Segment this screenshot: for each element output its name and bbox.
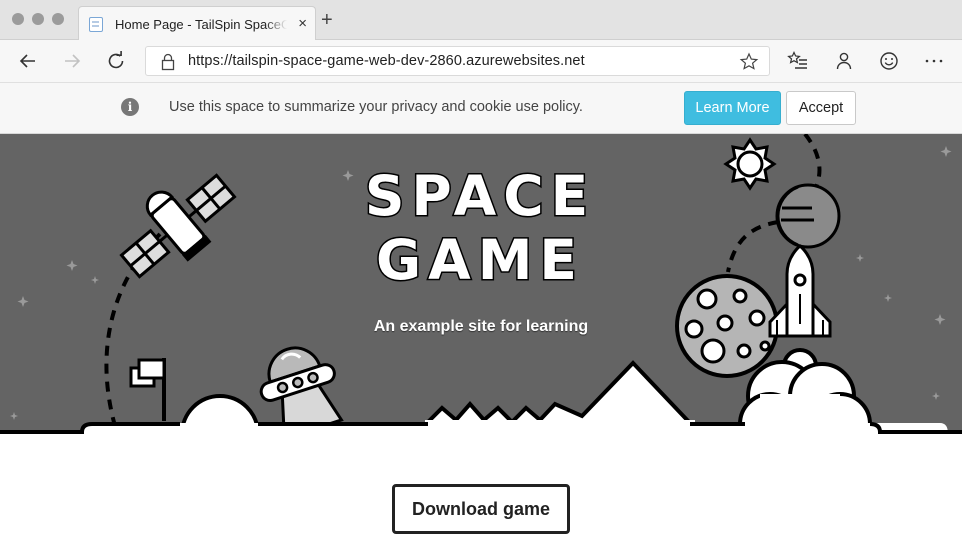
hero-title-line1: SPACE <box>363 164 596 228</box>
url-text[interactable]: https://tailspin-space-game-web-dev-2860… <box>188 53 585 69</box>
more-icon[interactable] <box>922 49 946 73</box>
tab-title: Home Page - TailSpin SpaceGa <box>115 17 287 32</box>
info-icon: i <box>121 98 139 116</box>
main-content: Download game <box>0 434 962 553</box>
window-close-dot[interactable] <box>12 13 24 25</box>
accept-button[interactable]: Accept <box>786 91 856 125</box>
hero-subtitle: An example site for learning <box>373 318 589 335</box>
sun <box>723 137 777 191</box>
ufo <box>259 346 344 434</box>
hero-banner: SPACE GAME An example site for learning <box>0 134 962 434</box>
window-zoom-dot[interactable] <box>52 13 64 25</box>
tab-close-icon[interactable]: × <box>298 15 307 33</box>
download-game-button[interactable]: Download game <box>392 484 570 534</box>
browser-nav-bar: https://tailspin-space-game-web-dev-2860… <box>0 40 962 83</box>
forward-icon[interactable] <box>60 49 84 73</box>
feedback-smiley-icon[interactable] <box>877 49 901 73</box>
browser-tab[interactable]: Home Page - TailSpin SpaceGa × <box>78 6 316 41</box>
refresh-icon[interactable] <box>104 49 128 73</box>
lock-icon <box>161 53 175 71</box>
cookie-policy-text: Use this space to summarize your privacy… <box>169 99 583 115</box>
rocket <box>768 244 832 338</box>
learn-more-button[interactable]: Learn More <box>684 91 781 125</box>
window-minimize-dot[interactable] <box>32 13 44 25</box>
page-icon <box>89 17 103 32</box>
favorite-star-icon[interactable] <box>739 52 759 72</box>
favorites-list-icon[interactable] <box>786 49 810 73</box>
hero-title-line2: GAME <box>374 228 584 292</box>
new-tab-button[interactable]: + <box>321 10 333 30</box>
satellite <box>119 173 237 279</box>
browser-tab-bar: Home Page - TailSpin SpaceGa × + <box>0 0 962 41</box>
small-planet <box>775 183 841 249</box>
moon-planet <box>675 274 779 378</box>
profile-icon[interactable] <box>832 49 856 73</box>
cookie-consent-banner: i Use this space to summarize your priva… <box>0 83 962 134</box>
address-bar[interactable]: https://tailspin-space-game-web-dev-2860… <box>145 46 770 76</box>
flag <box>129 358 166 421</box>
back-icon[interactable] <box>16 49 40 73</box>
